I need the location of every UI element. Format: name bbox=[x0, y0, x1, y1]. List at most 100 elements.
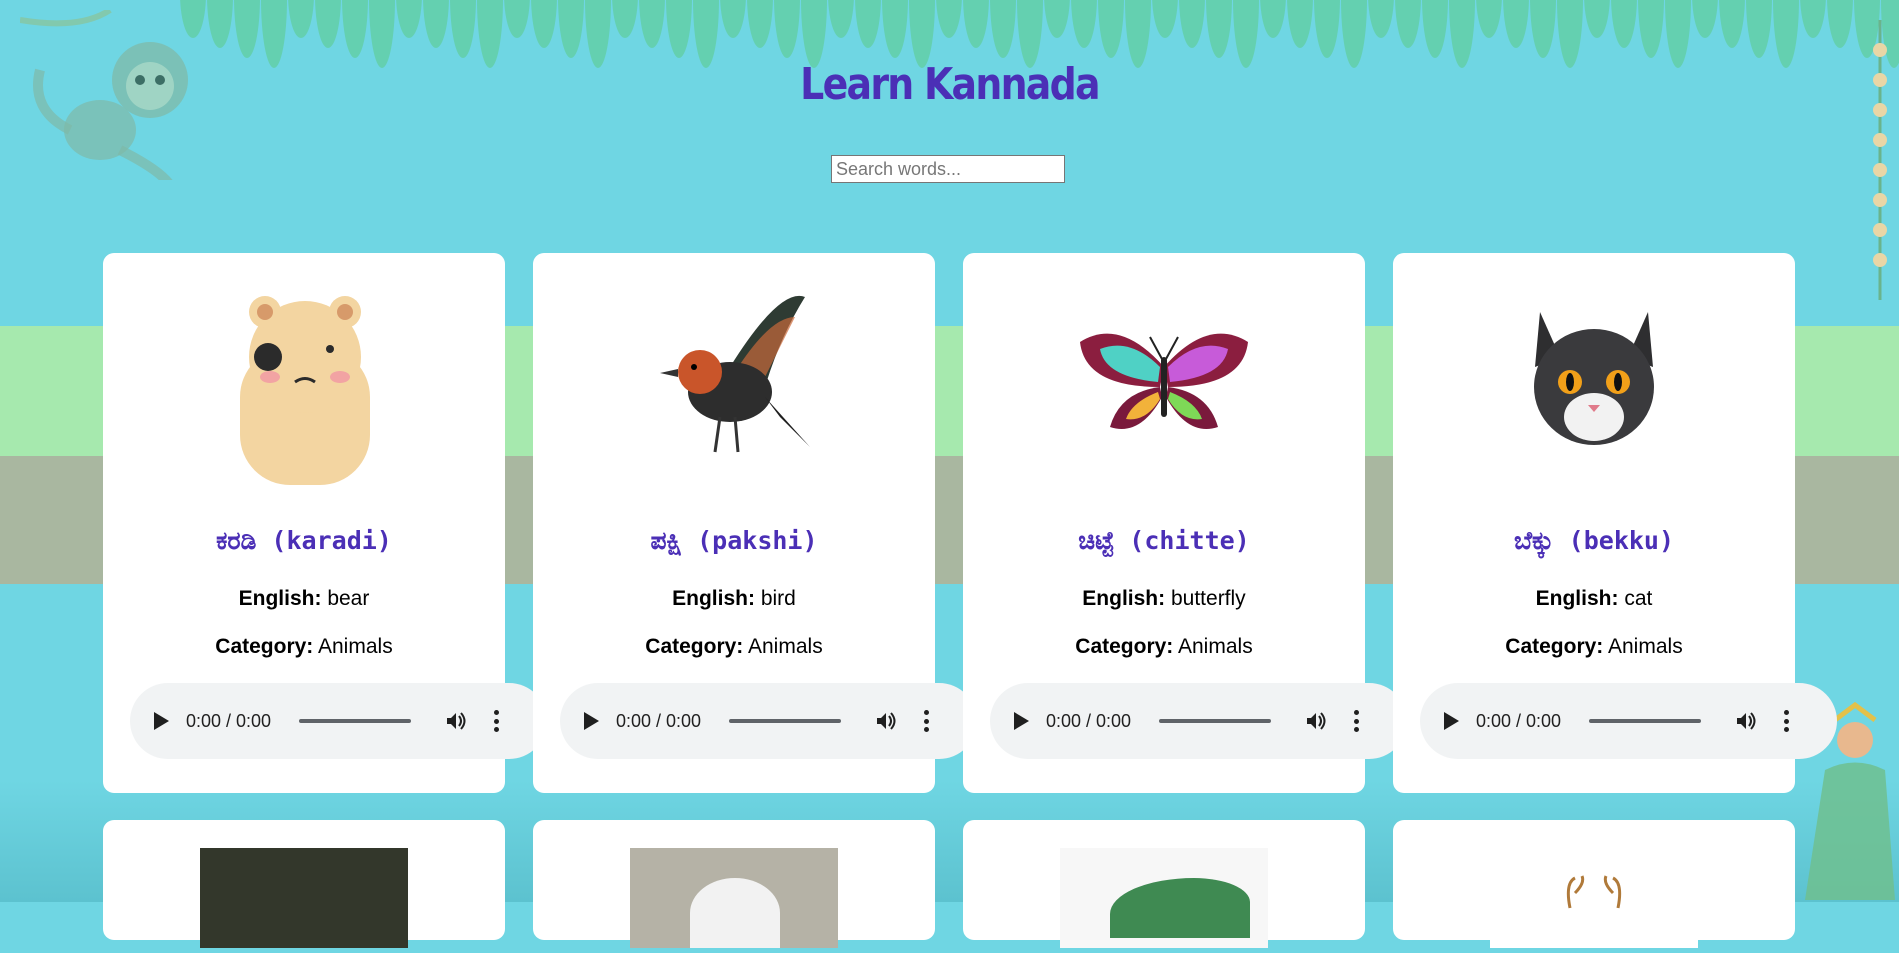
leaf-decoration bbox=[531, 0, 557, 48]
leaf-decoration bbox=[1557, 0, 1583, 68]
leaf-decoration bbox=[1233, 0, 1259, 68]
kannada-word: ಪಕ್ಷಿ (pakshi) bbox=[650, 526, 818, 555]
leaf-decoration bbox=[1449, 0, 1475, 68]
audio-player: 0:00 / 0:00 bbox=[1420, 683, 1837, 759]
leaf-decoration bbox=[504, 0, 530, 38]
word-card: ಪಕ್ಷಿ (pakshi) English: bird Category: A… bbox=[533, 253, 977, 793]
play-button[interactable] bbox=[154, 712, 169, 730]
leaf-decoration bbox=[1746, 0, 1772, 58]
category-label: Category: bbox=[1075, 635, 1174, 658]
leaf-decoration bbox=[1773, 0, 1799, 68]
leaf-decoration bbox=[1422, 0, 1448, 58]
leaf-decoration bbox=[1152, 0, 1178, 38]
leaf-decoration bbox=[1071, 0, 1097, 48]
leaf-decoration bbox=[639, 0, 665, 48]
audio-time: 0:00 / 0:00 bbox=[1046, 710, 1132, 731]
leaf-decoration bbox=[1287, 0, 1313, 48]
english-label: English: bbox=[238, 587, 322, 610]
leaf-decoration bbox=[1179, 0, 1205, 48]
play-button[interactable] bbox=[584, 712, 599, 730]
leaf-decoration bbox=[774, 0, 800, 58]
leaf-decoration bbox=[1827, 0, 1853, 48]
search-input[interactable] bbox=[831, 155, 1065, 183]
leaf-decoration bbox=[288, 0, 314, 38]
english-label: English: bbox=[672, 587, 755, 610]
word-card: ಬೆಕ್ಕು (bekku) English: cat Category: An… bbox=[1393, 253, 1837, 793]
bird-image bbox=[660, 295, 810, 453]
word-card bbox=[1393, 820, 1795, 948]
more-options-icon[interactable] bbox=[923, 710, 929, 732]
play-button[interactable] bbox=[1014, 712, 1029, 730]
category-row: Category: Animals bbox=[1393, 635, 1795, 659]
leaf-decoration bbox=[909, 0, 935, 68]
bear-image bbox=[240, 296, 370, 485]
leaf-decoration bbox=[261, 0, 287, 68]
audio-progress-slider[interactable] bbox=[729, 719, 842, 723]
audio-progress-slider[interactable] bbox=[1589, 719, 1702, 723]
audio-player: 0:00 / 0:00 bbox=[560, 683, 977, 759]
audio-progress-slider[interactable] bbox=[299, 719, 412, 723]
audio-progress-slider[interactable] bbox=[1159, 719, 1272, 723]
leaf-decoration bbox=[1314, 0, 1340, 58]
card-image bbox=[200, 848, 408, 948]
leaf-decoration bbox=[693, 0, 719, 68]
word-card: ಕರಡಿ (karadi) English: bear Category: An… bbox=[103, 253, 547, 793]
word-card: ಚಿಟ್ಟೆ (chitte) English: butterfly Categ… bbox=[963, 253, 1407, 793]
english-label: English: bbox=[1082, 587, 1166, 610]
audio-time: 0:00 / 0:00 bbox=[1476, 710, 1562, 731]
more-options-icon[interactable] bbox=[1783, 710, 1789, 732]
volume-icon[interactable] bbox=[445, 710, 467, 732]
leaf-decoration bbox=[1017, 0, 1043, 68]
leaf-decoration bbox=[477, 0, 503, 68]
leaf-decoration bbox=[612, 0, 638, 38]
english-row: English: bear bbox=[103, 587, 505, 611]
english-row: English: bird bbox=[533, 587, 935, 611]
kannada-word: ಕರಡಿ (karadi) bbox=[216, 526, 392, 555]
leaf-decoration bbox=[315, 0, 341, 48]
audio-player: 0:00 / 0:00 bbox=[990, 683, 1407, 759]
more-options-icon[interactable] bbox=[1353, 710, 1359, 732]
volume-icon[interactable] bbox=[1735, 710, 1757, 732]
english-word: bird bbox=[760, 587, 796, 610]
leaf-decoration bbox=[963, 0, 989, 48]
audio-time: 0:00 / 0:00 bbox=[186, 710, 272, 731]
leaf-decoration bbox=[234, 0, 260, 58]
english-row: English: cat bbox=[1393, 587, 1795, 611]
english-label: English: bbox=[1535, 587, 1619, 610]
leaf-decoration bbox=[1503, 0, 1529, 48]
leaf-decoration bbox=[747, 0, 773, 48]
audio-time: 0:00 / 0:00 bbox=[616, 710, 702, 731]
leaf-decoration bbox=[936, 0, 962, 38]
leaf-decoration bbox=[720, 0, 746, 38]
leaf-decoration bbox=[585, 0, 611, 68]
volume-icon[interactable] bbox=[1305, 710, 1327, 732]
leaf-decoration bbox=[1530, 0, 1556, 58]
category-row: Category: Animals bbox=[533, 635, 935, 659]
leaf-decoration bbox=[396, 0, 422, 38]
category-label: Category: bbox=[645, 635, 744, 658]
category-value: Animals bbox=[318, 635, 393, 658]
leaf-decoration bbox=[1260, 0, 1286, 38]
leaf-decoration bbox=[1395, 0, 1421, 48]
butterfly-image bbox=[1080, 333, 1248, 429]
category-label: Category: bbox=[1505, 635, 1604, 658]
more-options-icon[interactable] bbox=[493, 710, 499, 732]
card-image bbox=[1060, 848, 1268, 948]
leaf-decoration bbox=[882, 0, 908, 58]
leaf-decoration bbox=[666, 0, 692, 58]
volume-icon[interactable] bbox=[875, 710, 897, 732]
leaf-decoration bbox=[1368, 0, 1394, 38]
leaf-decoration bbox=[207, 0, 233, 48]
leaf-decoration bbox=[558, 0, 584, 58]
leaf-decoration bbox=[1098, 0, 1124, 58]
english-row: English: butterfly bbox=[963, 587, 1365, 611]
leaf-decoration bbox=[1476, 0, 1502, 38]
play-button[interactable] bbox=[1444, 712, 1459, 730]
leaf-decoration bbox=[1044, 0, 1070, 38]
leaf-decoration bbox=[369, 0, 395, 68]
leaf-decoration bbox=[1719, 0, 1745, 48]
leaf-decoration bbox=[990, 0, 1016, 58]
leaf-decoration bbox=[342, 0, 368, 58]
vine-decoration bbox=[1873, 20, 1887, 300]
leaf-decoration bbox=[1584, 0, 1610, 38]
